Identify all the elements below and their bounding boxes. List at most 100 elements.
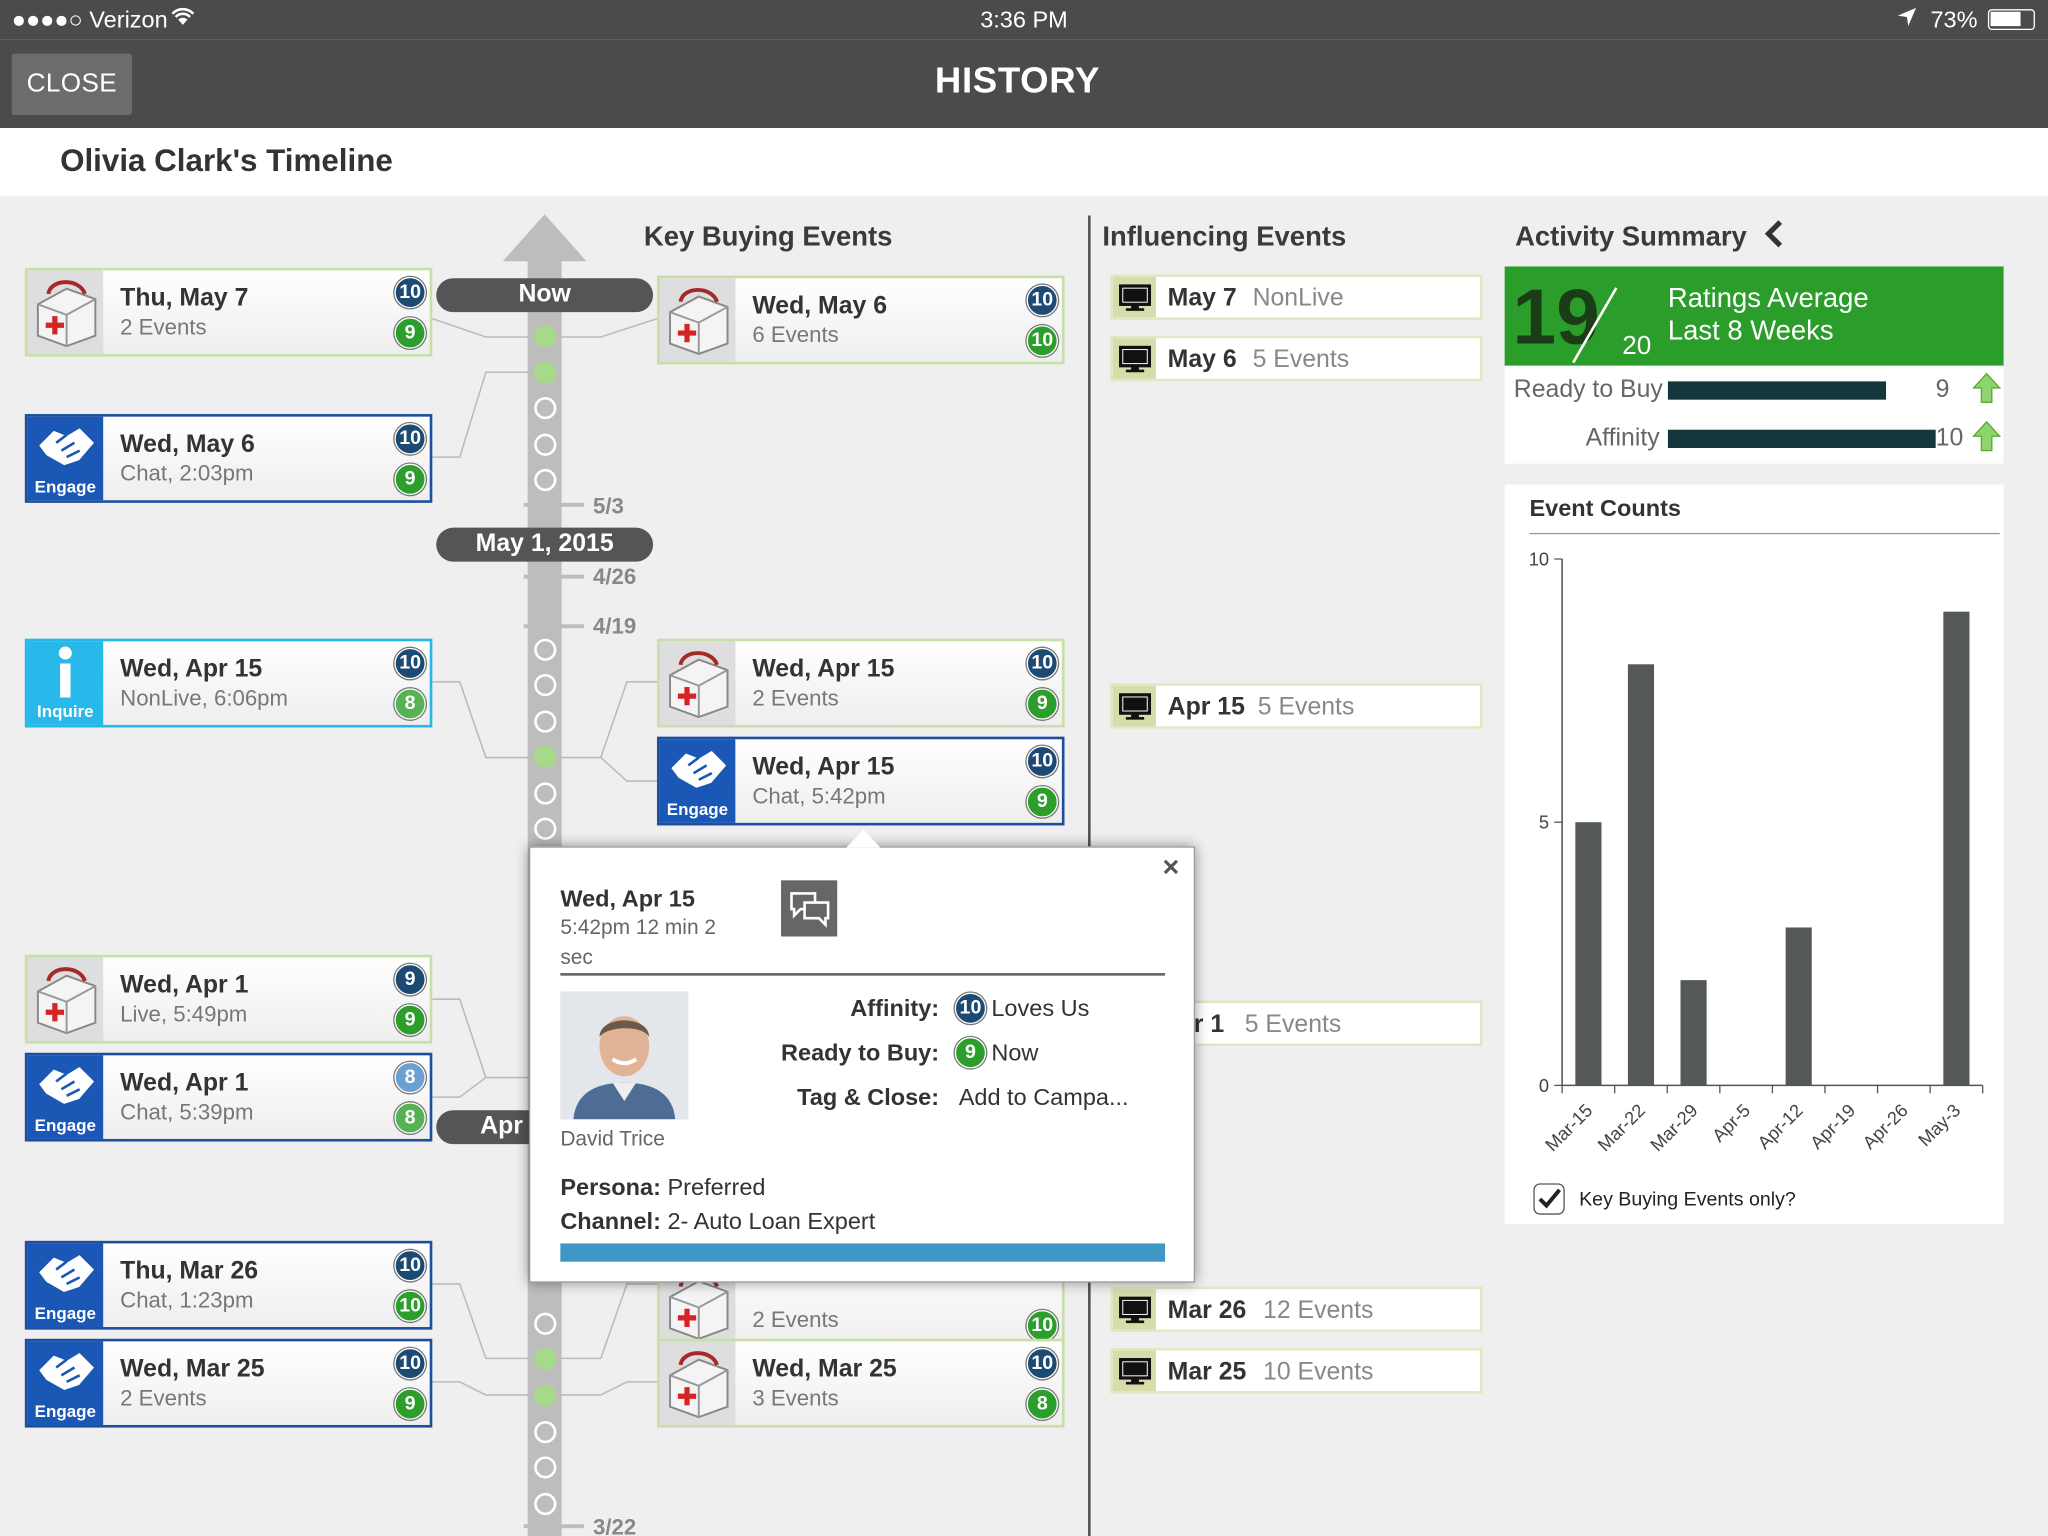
tag-close-value[interactable]: Add to Campa...: [959, 1084, 1129, 1111]
timeline-dot[interactable]: [534, 1347, 557, 1371]
timeline-dot[interactable]: [534, 638, 557, 661]
timeline-dot[interactable]: [534, 325, 557, 348]
ready-badge: 9: [394, 1388, 426, 1420]
timeline-dot[interactable]: [534, 1492, 557, 1516]
tag-close-label: Tag & Close:: [797, 1084, 940, 1111]
influencing-event[interactable]: May 6 5 Events: [1110, 335, 1483, 382]
score-value: 19: [1512, 272, 1600, 361]
timeline-dot[interactable]: [534, 817, 557, 840]
first-aid-kit-icon: [27, 957, 104, 1041]
popup-time-sec: sec: [560, 946, 593, 970]
engage-icon-label: Engage: [34, 476, 96, 497]
channel-row: Channel: 2- Auto Loan Expert: [560, 1208, 875, 1235]
persona-row: Persona: Preferred: [560, 1174, 765, 1201]
influencing-count: 5 Events: [1244, 1010, 1342, 1039]
timeline-dot[interactable]: [534, 745, 557, 768]
timeline-dot[interactable]: [534, 1456, 557, 1479]
chat-icon: [781, 880, 838, 937]
timeline-arrow: [502, 214, 587, 262]
x-tick-label: Mar-15: [1541, 1099, 1597, 1155]
event-date: Wed, Apr 15: [120, 655, 263, 684]
ready-badge: 8: [394, 1102, 426, 1134]
timeline-dot[interactable]: [534, 1421, 557, 1444]
event-date: Wed, Apr 1: [120, 971, 249, 1000]
event-card[interactable]: Wed, May 66 Events 10 10: [656, 275, 1065, 365]
event-detail-popup: × Wed, Apr 15 5:42pm 12 min 2 sec Affini…: [528, 846, 1196, 1283]
event-card[interactable]: Engage Wed, Apr 15 Chat, 5:42pm 10 9: [656, 736, 1065, 826]
battery-icon: [1987, 9, 2035, 31]
event-card[interactable]: Engage Wed, Apr 1 Chat, 5:39pm 8 8: [24, 1052, 433, 1142]
event-card[interactable]: Engage Wed, Mar 25 2 Events 10 9: [24, 1338, 433, 1428]
handshake-icon: Engage: [27, 1243, 104, 1328]
ready-label: Ready to Buy:: [781, 1039, 940, 1066]
influencing-date: r 1: [1193, 1010, 1225, 1039]
monitor-icon: [1112, 1350, 1156, 1392]
y-tick-label: 5: [1539, 812, 1549, 833]
month-marker: May 1, 2015: [436, 527, 654, 562]
timeline-dot[interactable]: [534, 397, 557, 420]
influencing-event[interactable]: Mar 25 10 Events: [1110, 1347, 1483, 1394]
timeline-dot[interactable]: [534, 1384, 557, 1407]
event-card[interactable]: Wed, Apr 15 2 Events 10 9: [656, 638, 1065, 728]
affinity-badge: 10: [394, 1249, 426, 1282]
ready-badge: 10: [1026, 325, 1058, 357]
persona-value: Preferred: [667, 1174, 766, 1201]
event-date: Wed, May 6: [120, 431, 255, 459]
timeline-dot[interactable]: [534, 710, 557, 733]
event-counts-panel: Event Counts 0 5 10 Mar-15 Mar-22 Mar-29 Apr-5…: [1504, 484, 2004, 1224]
message-bar[interactable]: [560, 1243, 1166, 1262]
influencing-count: 12 Events: [1263, 1296, 1374, 1325]
affinity-bar: [1667, 429, 1936, 448]
timeline-dot[interactable]: [534, 361, 557, 384]
timeline-dot[interactable]: [534, 673, 557, 697]
ready-bar: [1667, 381, 1886, 400]
activity-summary-header: Activity Summary: [1515, 222, 1747, 253]
timeline-dot[interactable]: [534, 1312, 557, 1335]
event-card[interactable]: Engage Thu, Mar 26 Chat, 1:23pm 10 10: [24, 1240, 433, 1330]
persona-label: Persona:: [560, 1174, 661, 1201]
event-detail: Chat, 5:39pm: [120, 1099, 254, 1125]
bar: [1785, 927, 1812, 1086]
influencing-event[interactable]: May 7 NonLive: [1110, 274, 1483, 320]
event-card[interactable]: Wed, Mar 25 3 Events 10 8: [656, 1338, 1065, 1428]
handshake-icon: Engage: [659, 739, 736, 823]
influencing-date: Apr 15: [1167, 693, 1245, 721]
x-tick-label: May-3: [1914, 1099, 1965, 1150]
score-max: 20: [1622, 331, 1652, 361]
event-card[interactable]: Inquire Wed, Apr 15 NonLive, 6:06pm 10 8: [24, 638, 433, 728]
week-tick: [523, 1524, 584, 1529]
timeline-dot[interactable]: [534, 468, 557, 492]
event-card[interactable]: Engage Wed, May 6 Chat, 2:03pm 10 9: [24, 414, 433, 503]
timeline-dot[interactable]: [534, 433, 557, 456]
event-date: Wed, Mar 25: [120, 1355, 265, 1384]
ready-badge: 8: [394, 688, 426, 720]
event-card[interactable]: Thu, May 72 Events 10 9: [24, 267, 433, 357]
event-detail: NonLive, 6:06pm: [120, 685, 289, 711]
timeline-dot[interactable]: [534, 782, 557, 805]
week-tick: [523, 502, 584, 507]
event-date: Wed, Apr 15: [752, 753, 895, 782]
influencing-event[interactable]: Mar 26 12 Events: [1110, 1286, 1483, 1333]
battery-percent: 73%: [1930, 6, 1978, 33]
monitor-icon: [1112, 338, 1156, 379]
ready-badge: 10: [394, 1290, 426, 1322]
ratings-label: Ratings Average: [1667, 283, 1869, 314]
influencing-event[interactable]: Apr 15 5 Events: [1110, 683, 1483, 729]
event-detail: 3 Events: [752, 1385, 839, 1411]
affinity-badge: 8: [394, 1061, 426, 1094]
chevron-left-icon[interactable]: [1763, 219, 1784, 254]
engage-icon-label: Engage: [666, 799, 729, 819]
bar: [1680, 980, 1707, 1086]
ready-badge: 8: [1026, 1388, 1058, 1420]
inquire-icon-label: Inquire: [36, 701, 94, 721]
event-counts-chart: 0 5 10 Mar-15Mar-22Mar-29 Apr-5Apr-12Apr-19A…: [1529, 549, 1984, 1155]
x-tick-label: Apr-26: [1858, 1099, 1912, 1153]
first-aid-kit-icon: [659, 1341, 736, 1425]
ready-badge: 9: [394, 1004, 426, 1036]
influencing-date: May 7: [1167, 284, 1237, 313]
key-only-checkbox[interactable]: [1533, 1183, 1565, 1215]
close-icon[interactable]: ×: [1162, 850, 1179, 884]
event-card[interactable]: Wed, Apr 1 Live, 5:49pm 9 9: [24, 954, 433, 1044]
x-tick-label: Apr-19: [1806, 1099, 1860, 1153]
ready-value: 9: [1935, 376, 1950, 404]
